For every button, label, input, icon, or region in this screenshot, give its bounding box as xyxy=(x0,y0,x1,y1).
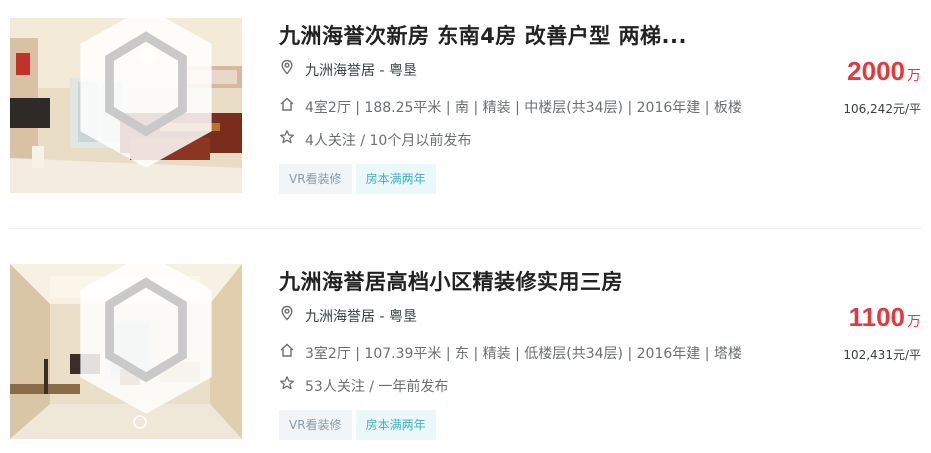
tag-two-years: 房本满两年 xyxy=(355,164,436,194)
house-info-text: 3室2厅 | 107.39平米 | 东 | 精装 | 低楼层(共34层) | 2… xyxy=(305,346,742,362)
location-pin-icon xyxy=(281,305,293,321)
house-icon xyxy=(280,97,294,111)
tag-list: VR看装修 房本满两年 xyxy=(279,164,440,194)
tag-vr: VR看装修 xyxy=(279,164,352,194)
listing-list: 九洲海誉次新房 东南4房 改善户型 两梯... 九洲海誉居 - 粤垦 4室2厅 … xyxy=(0,0,931,453)
listing-title[interactable]: 九洲海誉居高档小区精装修实用三房 xyxy=(279,266,623,296)
tag-two-years: 房本满两年 xyxy=(355,410,436,440)
unit-price: 102,431元/平 xyxy=(843,348,921,362)
community-link[interactable]: 九洲海誉居 xyxy=(305,63,375,79)
house-info-text: 4室2厅 | 188.25平米 | 南 | 精装 | 中楼层(共34层) | 2… xyxy=(305,100,742,116)
star-icon xyxy=(280,130,294,144)
district-link[interactable]: 粤垦 xyxy=(389,309,417,325)
total-price: 2000 万 xyxy=(847,56,921,87)
vr-badge-icon xyxy=(80,264,212,414)
listing-item[interactable]: 九洲海誉次新房 东南4房 改善户型 两梯... 九洲海誉居 - 粤垦 4室2厅 … xyxy=(10,18,921,194)
tag-vr: VR看装修 xyxy=(279,410,352,440)
follow-info-text: 4人关注 / 10个月以前发布 xyxy=(305,133,472,149)
total-price-unit: 万 xyxy=(907,314,921,330)
star-icon xyxy=(280,376,294,390)
unit-price: 106,242元/平 xyxy=(843,102,921,116)
district-link[interactable]: 粤垦 xyxy=(389,63,417,79)
address-separator: - xyxy=(375,63,389,79)
follow-info-text: 53人关注 / 一年前发布 xyxy=(305,379,449,395)
listing-item[interactable]: 九洲海誉居高档小区精装修实用三房 九洲海誉居 - 粤垦 3室2厅 | 107.3… xyxy=(10,264,921,440)
listing-photo[interactable] xyxy=(10,264,242,439)
listing-divider xyxy=(10,228,921,229)
listing-photo[interactable] xyxy=(10,18,242,193)
house-icon xyxy=(280,343,294,357)
total-price: 1100 万 xyxy=(849,302,921,333)
listing-title[interactable]: 九洲海誉次新房 东南4房 改善户型 两梯... xyxy=(279,20,687,50)
address-separator: - xyxy=(375,309,389,325)
community-link[interactable]: 九洲海誉居 xyxy=(305,309,375,325)
vr-badge-icon xyxy=(80,18,212,168)
tag-list: VR看装修 房本满两年 xyxy=(279,410,440,440)
total-price-value: 1100 xyxy=(848,302,905,332)
total-price-unit: 万 xyxy=(907,68,921,84)
total-price-value: 2000 xyxy=(847,56,905,86)
location-pin-icon xyxy=(281,59,293,75)
